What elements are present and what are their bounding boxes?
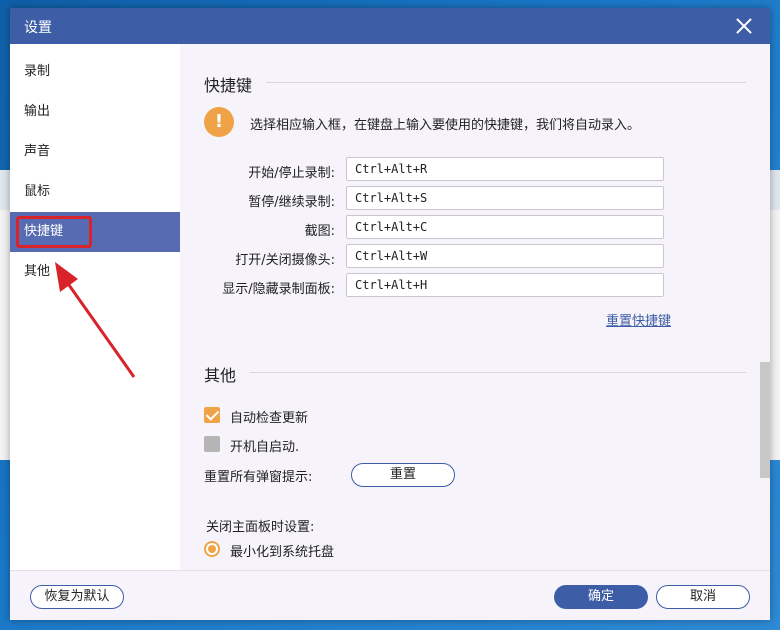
section-divider (250, 372, 746, 373)
section-divider (266, 82, 746, 83)
content-scrollbar[interactable] (760, 362, 770, 478)
reset-popups-label: 重置所有弹窗提示: (204, 470, 313, 485)
sidebar-item-output[interactable]: 输出 (10, 92, 180, 132)
shortcut-input-webcam[interactable]: Ctrl+Alt+W (346, 244, 664, 268)
shortcut-label-webcam: 打开/关闭摄像头: (235, 253, 335, 268)
shortcut-label-panel: 显示/隐藏录制面板: (222, 282, 335, 297)
shortcut-label-screenshot: 截图: (304, 224, 335, 239)
shortcut-input-start-stop[interactable]: Ctrl+Alt+R (346, 157, 664, 181)
close-panel-label: 关闭主面板时设置: (206, 520, 315, 535)
sidebar-item-label: 录制 (24, 64, 51, 79)
minimize-to-tray-radio[interactable] (204, 541, 220, 557)
annotation-highlight-box (16, 216, 92, 248)
shortcut-input-pause-resume[interactable]: Ctrl+Alt+S (346, 186, 664, 210)
dialog-footer: 恢复为默认 确定 取消 (10, 570, 770, 620)
ok-button[interactable]: 确定 (554, 585, 648, 609)
sidebar-item-label: 其他 (24, 264, 51, 279)
dialog-title: 设置 (24, 20, 52, 36)
close-icon[interactable] (732, 14, 756, 38)
sidebar-item-label: 输出 (24, 104, 51, 119)
shortcut-label-start-stop: 开始/停止录制: (248, 166, 335, 181)
title-bar: 设置 (10, 8, 770, 44)
shortcut-input-panel[interactable]: Ctrl+Alt+H (346, 273, 664, 297)
auto-update-label: 自动检查更新 (230, 411, 309, 426)
sidebar-item-record[interactable]: 录制 (10, 52, 180, 92)
sidebar: 录制 输出 声音 鼠标 快捷键 其他 (10, 44, 180, 570)
settings-content: 快捷键 ! 选择相应输入框，在键盘上输入要使用的快捷键，我们将自动录入。 开始/… (180, 44, 770, 570)
other-section-title: 其他 (204, 366, 237, 385)
auto-update-checkbox[interactable] (204, 407, 220, 423)
shortcuts-info-text: 选择相应输入框，在键盘上输入要使用的快捷键，我们将自动录入。 (250, 118, 641, 133)
reset-shortcuts-link[interactable]: 重置快捷键 (606, 310, 671, 329)
shortcuts-section-title: 快捷键 (204, 76, 253, 95)
sidebar-item-mouse[interactable]: 鼠标 (10, 172, 180, 212)
autostart-label: 开机自启动. (230, 440, 300, 455)
sidebar-item-audio[interactable]: 声音 (10, 132, 180, 172)
reset-popups-button[interactable]: 重置 (351, 463, 455, 487)
shortcut-input-screenshot[interactable]: Ctrl+Alt+C (346, 215, 664, 239)
sidebar-item-label: 鼠标 (24, 184, 51, 199)
warning-icon: ! (204, 107, 234, 137)
settings-dialog: 设置 录制 输出 声音 鼠标 快捷键 其他 快捷键 ! 选择相应输入框，在键盘上… (10, 8, 770, 620)
sidebar-item-other[interactable]: 其他 (10, 252, 180, 292)
sidebar-item-label: 声音 (24, 144, 51, 159)
autostart-checkbox[interactable] (204, 436, 220, 452)
sidebar-item-shortcuts[interactable]: 快捷键 (10, 212, 180, 252)
minimize-to-tray-label: 最小化到系统托盘 (230, 545, 335, 560)
shortcut-label-pause-resume: 暂停/继续录制: (248, 195, 335, 210)
restore-defaults-button[interactable]: 恢复为默认 (30, 585, 124, 609)
cancel-button[interactable]: 取消 (656, 585, 750, 609)
